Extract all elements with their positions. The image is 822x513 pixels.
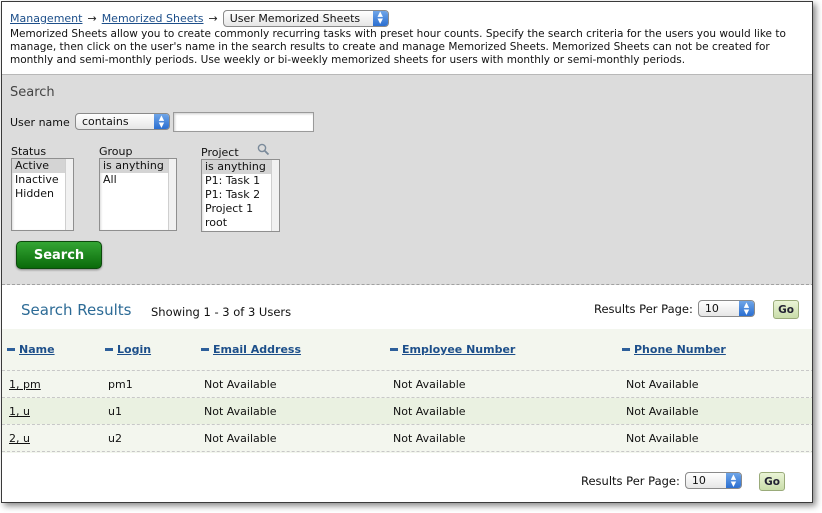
status-listbox[interactable]: Active Inactive Hidden <box>11 158 74 231</box>
breadcrumb-management-link[interactable]: Management <box>10 12 82 25</box>
updown-chevron-icon: ▲ ▼ <box>738 301 754 316</box>
column-header-login[interactable]: Login <box>105 343 151 356</box>
results-per-page-select-bottom[interactable]: 10 ▲ ▼ <box>684 472 742 489</box>
collapse-icon <box>7 348 15 351</box>
go-button-bottom[interactable]: Go <box>759 472 785 491</box>
status-listbox-scrollbar[interactable] <box>65 159 73 230</box>
breadcrumb-arrow: → <box>208 11 218 25</box>
user-phone-number: Not Available <box>626 405 699 418</box>
column-header-login-link[interactable]: Login <box>117 343 151 356</box>
user-phone-number: Not Available <box>626 432 699 445</box>
results-per-page-label: Results Per Page: <box>581 473 680 488</box>
column-header-name-link[interactable]: Name <box>19 343 55 356</box>
updown-chevron-icon: ▲ ▼ <box>725 473 741 488</box>
user-name-link[interactable]: 1, pm <box>9 378 41 391</box>
table-row: 1, u u1 Not Available Not Available Not … <box>2 398 812 424</box>
group-option-is-anything[interactable]: is anything <box>100 159 176 173</box>
status-option-inactive[interactable]: Inactive <box>12 173 73 187</box>
results-title: Search Results <box>21 301 132 319</box>
user-employee-number: Not Available <box>393 378 466 391</box>
project-option-p1-task-2[interactable]: P1: Task 2 <box>202 188 279 202</box>
collapse-icon <box>390 348 398 351</box>
user-email: Not Available <box>204 405 277 418</box>
results-count: Showing 1 - 3 of 3 Users <box>151 305 292 319</box>
group-listbox[interactable]: is anything All <box>99 158 177 231</box>
user-employee-number: Not Available <box>393 405 466 418</box>
project-option-project-1[interactable]: Project 1 <box>202 202 279 216</box>
updown-chevron-icon: ▲ ▼ <box>372 10 388 26</box>
go-button-top[interactable]: Go <box>773 300 799 319</box>
results-per-page-value: 10 <box>691 474 706 487</box>
column-header-email-link[interactable]: Email Address <box>213 343 301 356</box>
results-per-page-value: 10 <box>704 302 719 315</box>
page-description: Memorized Sheets allow you to create com… <box>10 28 786 66</box>
group-option-all[interactable]: All <box>100 173 176 187</box>
status-option-hidden[interactable]: Hidden <box>12 187 73 201</box>
breadcrumb-arrow: → <box>87 11 97 25</box>
user-name-link[interactable]: 2, u <box>9 432 30 445</box>
search-panel: Search User name contains ▲ ▼ Status Acti… <box>2 74 812 285</box>
group-listbox-scrollbar[interactable] <box>168 159 176 230</box>
magnifier-icon[interactable] <box>257 143 270 156</box>
column-header-email[interactable]: Email Address <box>201 343 301 356</box>
project-option-is-anything[interactable]: is anything <box>202 160 279 174</box>
project-option-p1-task-1[interactable]: P1: Task 1 <box>202 174 279 188</box>
column-header-employee-number[interactable]: Employee Number <box>390 343 515 356</box>
username-label: User name <box>10 116 70 129</box>
project-label: Project <box>201 146 239 159</box>
collapse-icon <box>201 348 209 351</box>
user-email: Not Available <box>204 378 277 391</box>
table-row: 2, u u2 Not Available Not Available Not … <box>2 425 812 451</box>
column-header-name[interactable]: Name <box>7 343 55 356</box>
breadcrumb: Management → Memorized Sheets → User Mem… <box>10 9 389 27</box>
username-input[interactable] <box>173 112 314 132</box>
status-label: Status <box>11 145 47 158</box>
search-title: Search <box>10 85 55 100</box>
username-match-select[interactable]: contains ▲ ▼ <box>75 113 170 130</box>
breadcrumb-memorized-sheets-link[interactable]: Memorized Sheets <box>102 12 204 25</box>
results-per-page-select[interactable]: 10 ▲ ▼ <box>697 300 755 317</box>
table-row: 1, pm pm1 Not Available Not Available No… <box>2 371 812 397</box>
row-divider <box>2 451 812 452</box>
page-type-select-value: User Memorized Sheets <box>229 11 361 25</box>
user-phone-number: Not Available <box>626 378 699 391</box>
user-employee-number: Not Available <box>393 432 466 445</box>
user-login: u2 <box>108 432 122 445</box>
status-option-active[interactable]: Active <box>12 159 73 173</box>
results-per-page-bottom: Results Per Page: 10 ▲ ▼ <box>581 472 742 489</box>
collapse-icon <box>622 348 630 351</box>
collapse-icon <box>105 348 113 351</box>
project-option-root[interactable]: root <box>202 216 279 230</box>
user-login: pm1 <box>108 378 133 391</box>
app-frame: Management → Memorized Sheets → User Mem… <box>1 1 813 503</box>
user-email: Not Available <box>204 432 277 445</box>
project-listbox[interactable]: is anything P1: Task 1 P1: Task 2 Projec… <box>201 159 280 232</box>
user-name-link[interactable]: 1, u <box>9 405 30 418</box>
project-listbox-scrollbar[interactable] <box>271 160 279 231</box>
search-button[interactable]: Search <box>16 241 102 269</box>
page-type-select[interactable]: User Memorized Sheets ▲ ▼ <box>222 9 389 27</box>
group-label: Group <box>99 145 133 158</box>
results-per-page-top: Results Per Page: 10 ▲ ▼ <box>594 300 755 317</box>
user-login: u1 <box>108 405 122 418</box>
username-match-select-value: contains <box>82 115 129 128</box>
column-header-phone-number-link[interactable]: Phone Number <box>634 343 726 356</box>
results-per-page-label: Results Per Page: <box>594 301 693 316</box>
column-header-phone-number[interactable]: Phone Number <box>622 343 726 356</box>
column-header-employee-number-link[interactable]: Employee Number <box>402 343 515 356</box>
updown-chevron-icon: ▲ ▼ <box>154 114 169 129</box>
